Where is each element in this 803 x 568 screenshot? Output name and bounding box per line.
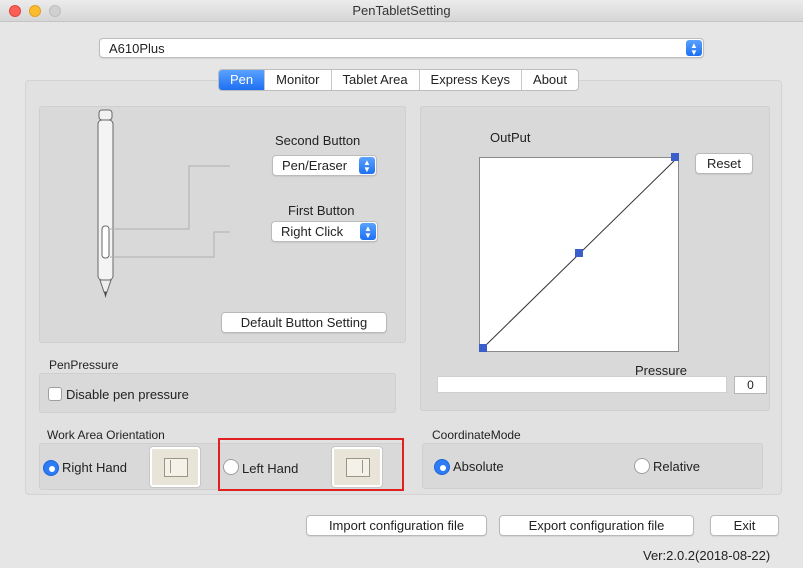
curve-end-handle[interactable] — [671, 153, 679, 161]
reset-button[interactable]: Reset — [695, 153, 753, 174]
updown-chevron-icon: ▲ ▼ — [359, 157, 375, 174]
orientation-title: Work Area Orientation — [47, 428, 165, 442]
window-title: PenTabletSetting — [352, 3, 451, 18]
tab-bar: Pen Monitor Tablet Area Express Keys Abo… — [218, 69, 580, 91]
curve-start-handle[interactable] — [479, 344, 487, 352]
disable-pressure-checkbox[interactable] — [48, 387, 62, 401]
device-select-value: A610Plus — [109, 41, 165, 56]
disable-pressure-label: Disable pen pressure — [66, 387, 189, 402]
tab-tablet-area[interactable]: Tablet Area — [332, 70, 420, 90]
pressure-value: 0 — [734, 376, 767, 394]
updown-chevron-icon: ▲ ▼ — [686, 40, 702, 57]
tab-monitor[interactable]: Monitor — [265, 70, 332, 90]
second-button-select[interactable]: Pen/Eraser ▲ ▼ — [272, 155, 377, 176]
first-button-value: Right Click — [281, 224, 344, 239]
tab-express-keys[interactable]: Express Keys — [420, 70, 523, 90]
curve-mid-handle[interactable] — [575, 249, 583, 257]
pen-pressure-title: PenPressure — [49, 358, 119, 372]
first-button-label: First Button — [288, 203, 355, 218]
second-button-value: Pen/Eraser — [282, 158, 348, 173]
second-button-label: Second Button — [275, 133, 361, 148]
device-select[interactable]: A610Plus ▲ ▼ — [99, 38, 704, 58]
exit-button[interactable]: Exit — [710, 515, 779, 536]
relative-radio[interactable] — [634, 458, 650, 474]
version-text: Ver:2.0.2(2018-08-22) — [643, 548, 771, 563]
updown-chevron-icon: ▲ ▼ — [360, 223, 376, 240]
coordinate-title: CoordinateMode — [432, 428, 521, 442]
export-config-button[interactable]: Export configuration file — [499, 515, 694, 536]
absolute-radio[interactable] — [434, 459, 450, 475]
tab-pen[interactable]: Pen — [219, 70, 266, 90]
first-button-select[interactable]: Right Click ▲ ▼ — [271, 221, 378, 242]
tab-about[interactable]: About — [522, 70, 578, 90]
absolute-label: Absolute — [453, 459, 504, 474]
output-label: OutPut — [490, 130, 531, 145]
default-button-setting[interactable]: Default Button Setting — [221, 312, 387, 333]
right-hand-radio[interactable] — [43, 460, 59, 476]
stylus-pen-icon — [97, 109, 230, 298]
import-config-button[interactable]: Import configuration file — [306, 515, 487, 536]
left-hand-highlight — [218, 438, 404, 491]
right-hand-label: Right Hand — [62, 460, 128, 475]
pressure-bar — [437, 376, 727, 393]
relative-label: Relative — [653, 459, 700, 474]
right-hand-tablet-orientation-icon — [150, 447, 200, 487]
